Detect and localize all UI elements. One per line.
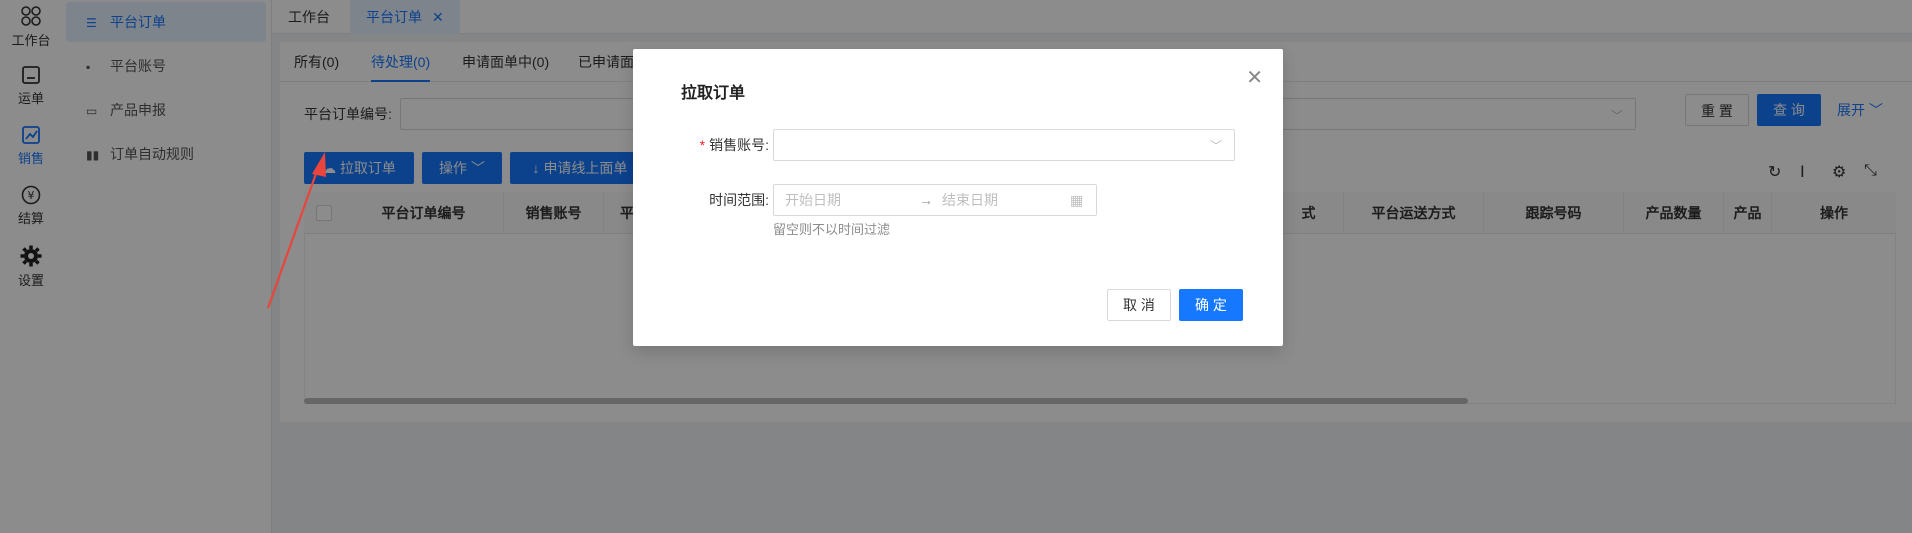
close-icon[interactable]: ✕ (1246, 65, 1263, 90)
time-hint: 留空则不以时间过滤 (773, 222, 891, 237)
dialog-title: 拉取订单 (681, 85, 746, 102)
end-date-input[interactable]: 结束日期 (942, 185, 998, 215)
sales-account-select[interactable]: ﹀ (773, 129, 1235, 161)
account-label: * 销售账号: (673, 129, 769, 161)
start-date-input[interactable]: 开始日期 (785, 185, 841, 215)
calendar-icon: ▦ (1070, 192, 1084, 208)
required-mark: * (699, 137, 706, 153)
account-label-text: 销售账号: (709, 137, 769, 153)
confirm-button[interactable]: 确 定 (1179, 289, 1243, 321)
range-label: 时间范围: (709, 192, 769, 208)
date-range-picker[interactable]: 开始日期 → 结束日期 ▦ (773, 184, 1097, 216)
arrow-right-icon: → (919, 192, 933, 208)
pull-orders-dialog: 拉取订单 ✕ * 销售账号: ﹀ 时间范围: 开始日期 → 结束日期 ▦ 留空则不… (633, 49, 1283, 346)
chevron-down-icon: ﹀ (1209, 139, 1222, 153)
cancel-button[interactable]: 取 消 (1107, 289, 1171, 321)
